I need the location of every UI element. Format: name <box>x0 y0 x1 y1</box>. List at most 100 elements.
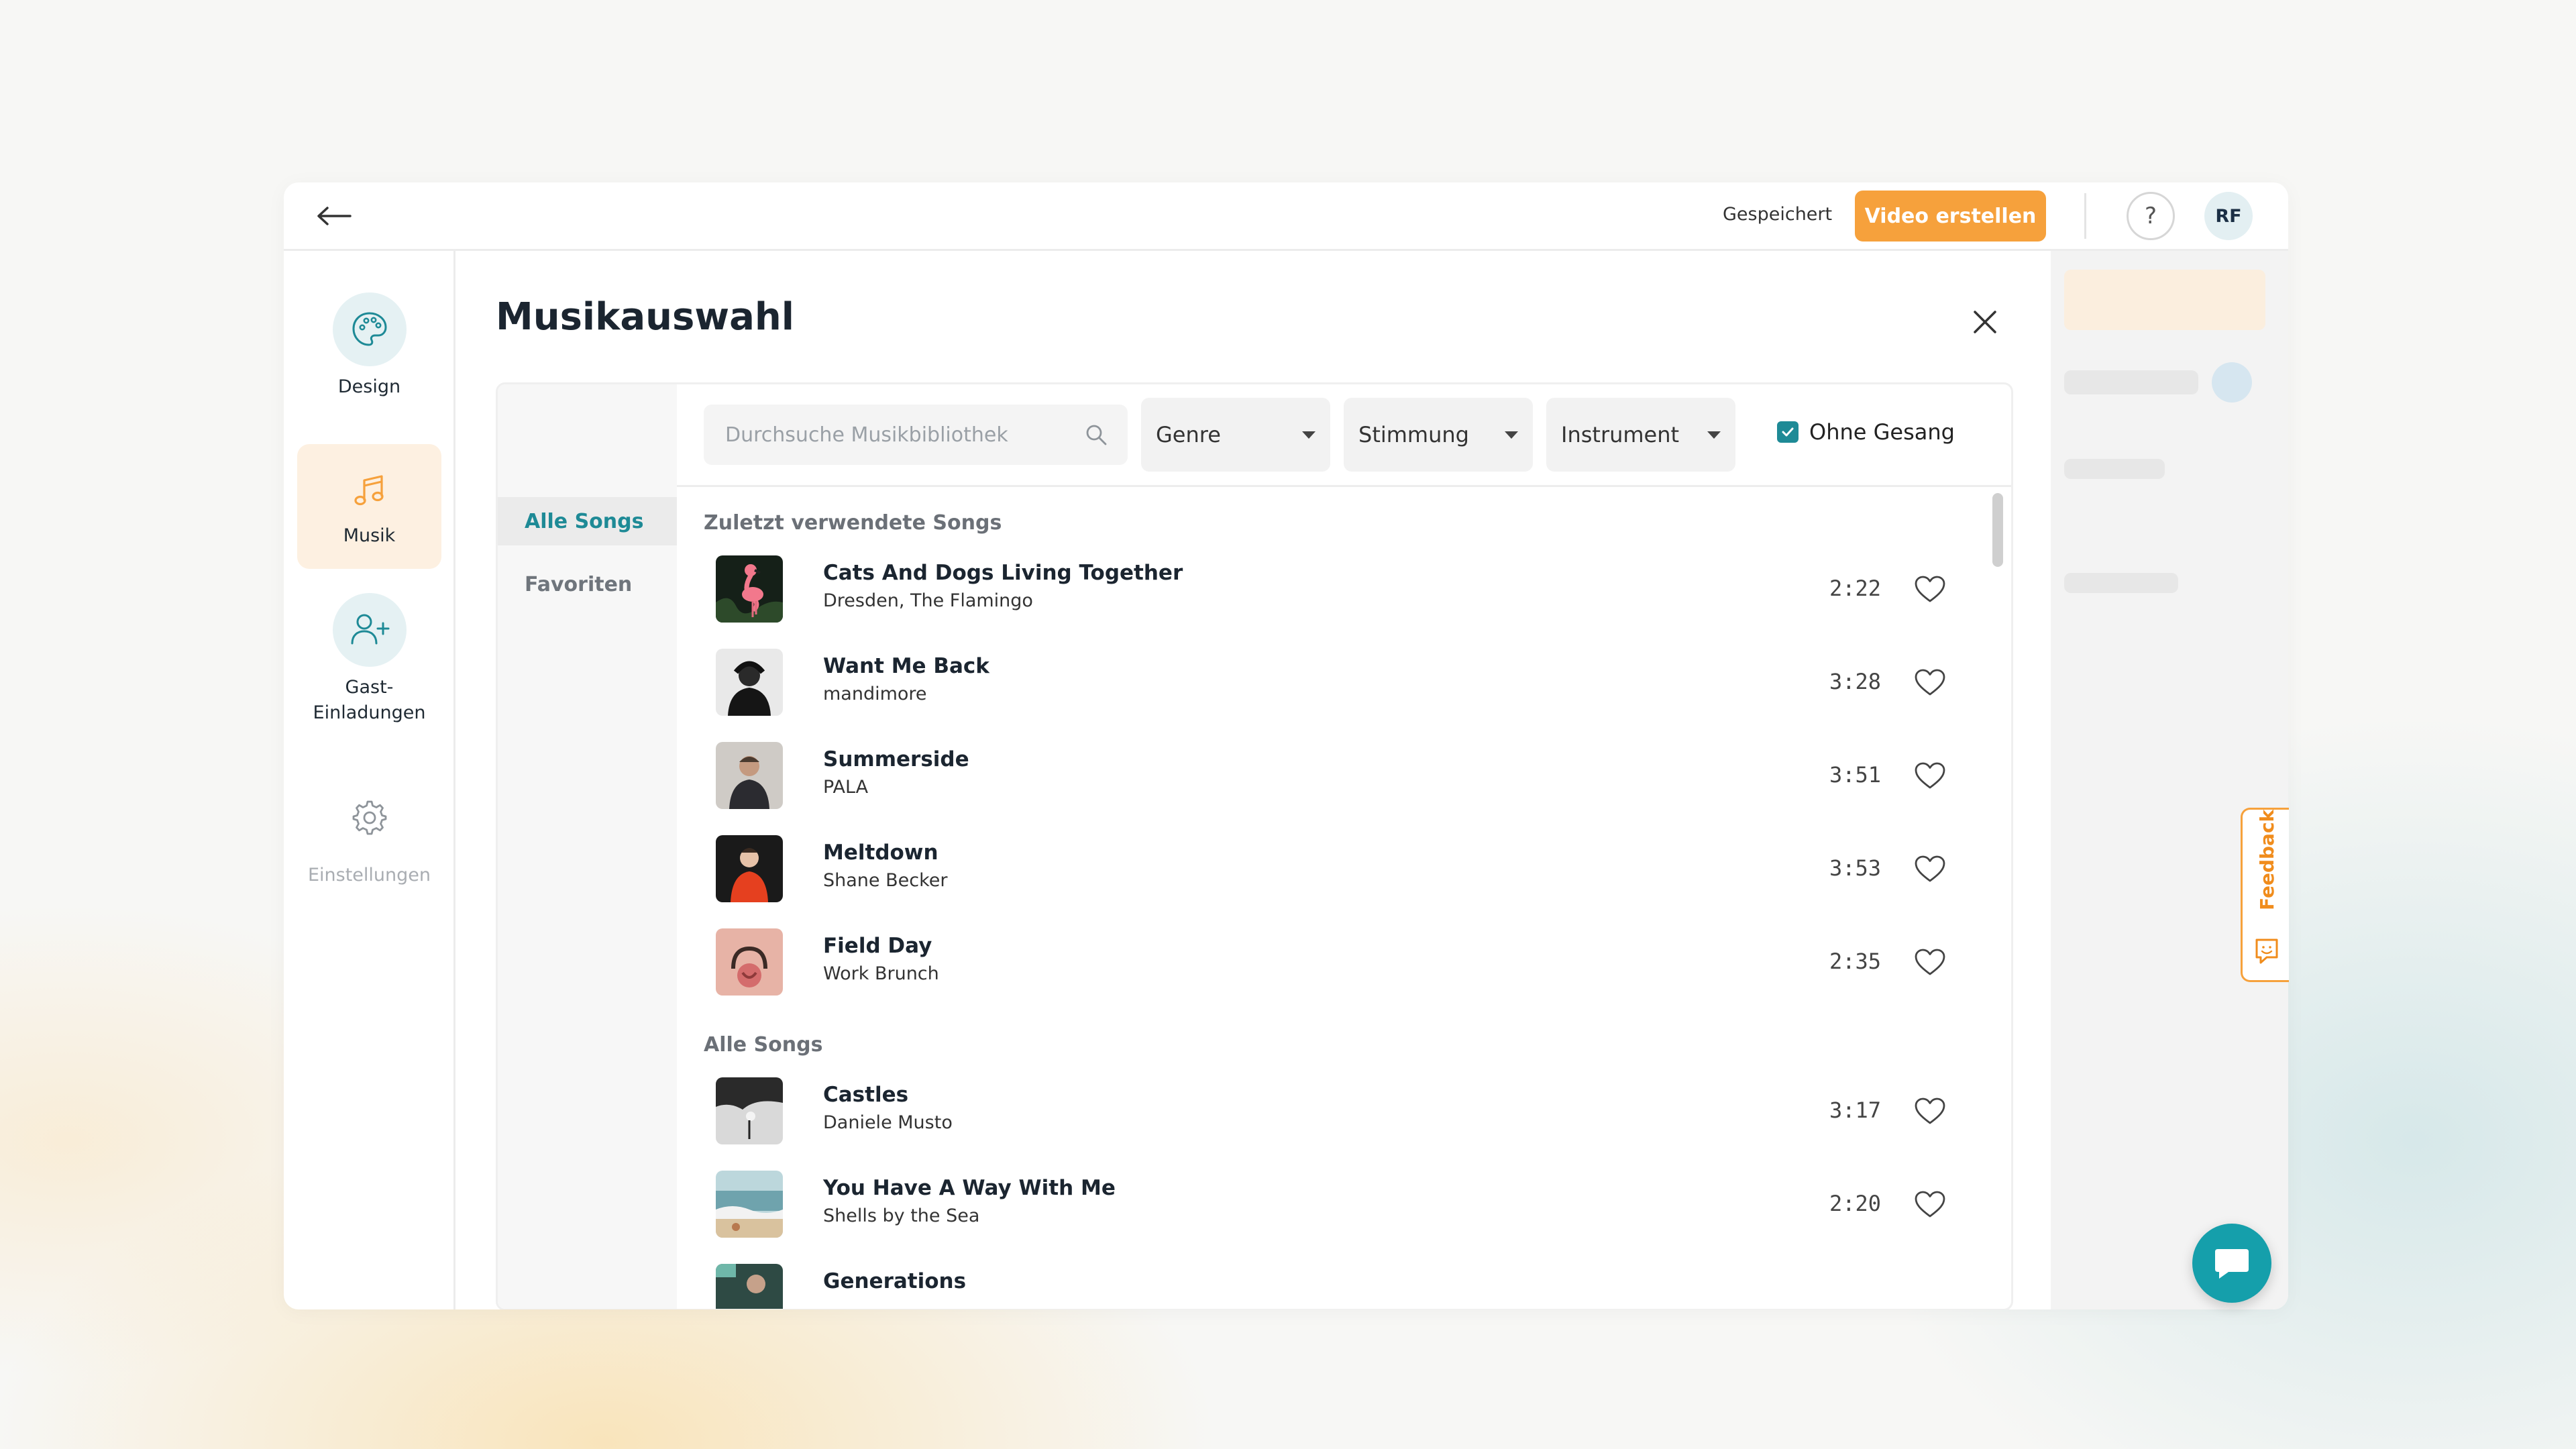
background-placeholder <box>2212 362 2252 402</box>
section-heading-recent: Zuletzt verwendete Songs <box>704 511 1002 535</box>
song-artist: Work Brunch <box>823 963 939 984</box>
background-panel <box>2051 251 2288 1309</box>
search-box <box>704 405 1128 465</box>
song-row[interactable]: Field Day Work Brunch 2:35 <box>716 928 1950 996</box>
album-cover <box>716 555 783 623</box>
heart-icon[interactable] <box>1913 759 1947 793</box>
app-window: Gespeichert Video erstellen ? RF Design <box>284 182 2288 1309</box>
nav-icon-circle <box>332 593 407 667</box>
sidebar-item-label: Design <box>337 376 401 397</box>
song-artist: Daniele Musto <box>823 1112 953 1133</box>
song-artist: Dresden, The Flamingo <box>823 590 1033 611</box>
song-artist: mandimore <box>823 684 927 704</box>
caret-down-icon <box>1302 431 1316 439</box>
checkbox-label: Ohne Gesang <box>1809 419 1955 445</box>
close-button[interactable] <box>1965 302 2005 342</box>
user-avatar[interactable]: RF <box>2204 192 2253 240</box>
back-button[interactable] <box>314 199 354 233</box>
song-row[interactable]: Want Me Back mandimore 3:28 <box>716 649 1950 716</box>
song-duration: 2:20 <box>1829 1191 1882 1216</box>
dropdown-label: Genre <box>1156 422 1221 447</box>
search-icon[interactable] <box>1085 423 1108 446</box>
feedback-label: Feedback <box>2256 809 2278 910</box>
song-duration: 3:53 <box>1829 855 1882 881</box>
music-selection-modal: Musikauswahl Alle Songs Favoriten Durchs… <box>455 251 2051 1309</box>
dropdown-label: Instrument <box>1561 422 1680 447</box>
background-placeholder <box>2064 370 2198 394</box>
section-heading-all: Alle Songs <box>704 1033 823 1057</box>
song-row[interactable]: Cats And Dogs Living Together Dresden, T… <box>716 555 1950 623</box>
library-tabs: Alle Songs Favoriten <box>498 384 677 1309</box>
instrumental-only-checkbox[interactable]: Ohne Gesang <box>1777 419 1955 445</box>
heart-icon[interactable] <box>1913 1095 1947 1128</box>
sidebar-item-gast-einladungen[interactable]: Gast- Einladungen <box>297 593 441 734</box>
mood-dropdown[interactable]: Stimmung <box>1344 398 1533 472</box>
song-row[interactable]: Generations <box>716 1264 1950 1309</box>
song-artist: PALA <box>823 777 869 798</box>
feedback-tab[interactable]: Feedback <box>2241 808 2289 982</box>
album-cover <box>716 928 783 996</box>
close-icon <box>1974 311 1996 333</box>
song-row[interactable]: Castles Daniele Musto 3:17 <box>716 1077 1950 1144</box>
album-cover <box>716 742 783 809</box>
live-chat-button[interactable] <box>2192 1224 2271 1303</box>
song-title: Field Day <box>823 934 932 958</box>
scrollbar-thumb[interactable] <box>1992 493 2003 567</box>
sidebar-item-label: Musik <box>343 525 396 546</box>
song-title: Want Me Back <box>823 654 989 678</box>
album-cover <box>716 649 783 716</box>
song-title: Castles <box>823 1083 909 1107</box>
album-cover <box>716 1264 783 1309</box>
sidebar-item-design[interactable]: Design <box>297 292 441 427</box>
search-input[interactable] <box>724 422 1085 447</box>
song-row[interactable]: Meltdown Shane Becker 3:53 <box>716 835 1950 902</box>
caret-down-icon <box>1505 431 1518 439</box>
create-video-button[interactable]: Video erstellen <box>1855 191 2046 241</box>
help-button[interactable]: ? <box>2127 192 2175 240</box>
top-bar: Gespeichert Video erstellen ? RF <box>284 182 2288 251</box>
song-duration: 2:22 <box>1829 576 1882 601</box>
song-title: Meltdown <box>823 841 938 865</box>
genre-dropdown[interactable]: Genre <box>1141 398 1330 472</box>
song-row[interactable]: Summerside PALA 3:51 <box>716 742 1950 809</box>
palette-icon <box>352 312 387 346</box>
heart-icon[interactable] <box>1913 573 1947 606</box>
add-user-icon <box>351 614 389 645</box>
song-duration: 3:17 <box>1829 1097 1882 1123</box>
song-artist: Shells by the Sea <box>823 1205 980 1226</box>
song-duration: 3:51 <box>1829 762 1882 788</box>
heart-icon[interactable] <box>1913 946 1947 979</box>
song-duration: 2:35 <box>1829 949 1882 974</box>
heart-icon[interactable] <box>1913 1188 1947 1222</box>
song-artist: Shane Becker <box>823 870 948 891</box>
chat-bubble-icon <box>2215 1249 2249 1279</box>
feedback-chat-icon <box>2255 938 2278 964</box>
background-placeholder <box>2064 459 2165 479</box>
sidebar-item-label: Gast- Einladungen <box>313 677 426 723</box>
song-title: Cats And Dogs Living Together <box>823 561 1183 585</box>
checkbox-box[interactable] <box>1777 421 1799 443</box>
heart-icon[interactable] <box>1913 853 1947 886</box>
music-library: Alle Songs Favoriten Genre <box>496 382 2013 1309</box>
sidebar-item-einstellungen[interactable]: Einstellungen <box>297 781 441 895</box>
nav-icon-circle <box>332 292 407 366</box>
heart-icon[interactable] <box>1913 666 1947 700</box>
checkmark-icon <box>1782 427 1794 437</box>
arrow-left-icon <box>317 207 352 225</box>
background-placeholder <box>2064 573 2178 593</box>
gear-icon <box>352 800 386 835</box>
background-placeholder <box>2064 270 2265 330</box>
sidebar: Design Musik Gast- Einladungen Einstellu… <box>284 251 455 1309</box>
song-list-scrollbar[interactable] <box>1992 493 2003 1305</box>
tab-favorites[interactable]: Favoriten <box>498 560 677 608</box>
filter-bar: Genre Stimmung Instrument <box>677 384 2011 487</box>
instrument-dropdown[interactable]: Instrument <box>1546 398 1735 472</box>
song-title: You Have A Way With Me <box>823 1176 1116 1200</box>
dropdown-label: Stimmung <box>1358 422 1469 447</box>
album-cover <box>716 1171 783 1238</box>
library-content: Genre Stimmung Instrument <box>677 384 2011 1309</box>
modal-title: Musikauswahl <box>496 295 794 339</box>
song-row[interactable]: You Have A Way With Me Shells by the Sea… <box>716 1171 1950 1238</box>
tab-all-songs[interactable]: Alle Songs <box>498 497 677 545</box>
sidebar-item-musik[interactable]: Musik <box>297 444 441 569</box>
